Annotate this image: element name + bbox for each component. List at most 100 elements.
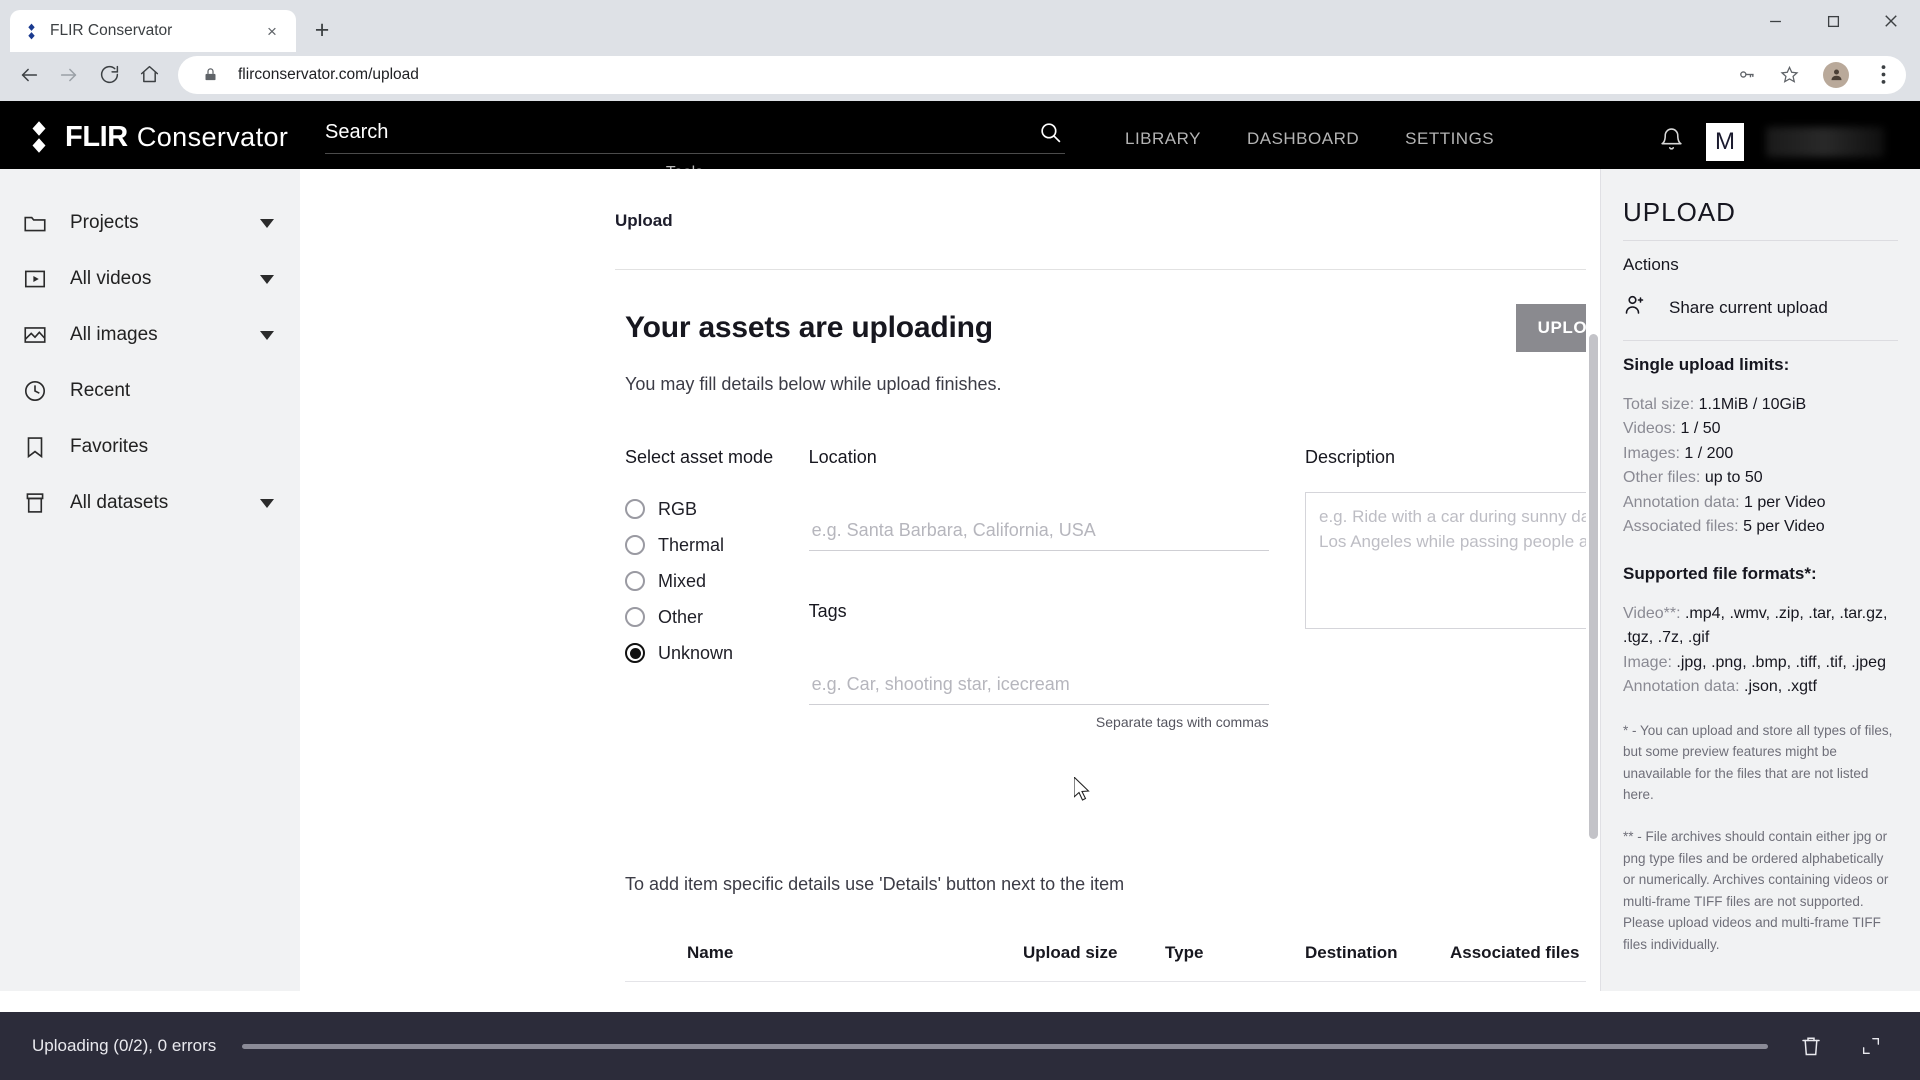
- scrollbar-thumb[interactable]: [1589, 334, 1598, 839]
- chevron-down-icon[interactable]: [260, 330, 274, 340]
- bookmark-icon: [22, 434, 48, 460]
- radio-unknown-icon[interactable]: [625, 643, 645, 663]
- sidebar-item-all-videos[interactable]: All videos: [0, 251, 300, 307]
- brand-logo[interactable]: FLIR Conservator: [0, 101, 300, 154]
- table-header-type: Type: [1165, 943, 1305, 982]
- sidebar-item-favorites[interactable]: Favorites: [0, 419, 300, 475]
- chevron-down-icon[interactable]: [260, 218, 274, 228]
- table-header-name: Name: [687, 943, 1023, 982]
- limit-value-images: 1 / 200: [1684, 444, 1734, 462]
- nav-link-settings[interactable]: SETTINGS: [1405, 129, 1494, 149]
- asset-table: Name Upload size Type Destination Associ…: [625, 943, 1600, 991]
- footnote-two: ** - File archives should contain either…: [1623, 829, 1889, 953]
- description-column: Description: [1305, 447, 1600, 730]
- flir-diamond-icon: [32, 121, 46, 153]
- home-button-icon[interactable]: [130, 56, 168, 94]
- radio-option-mixed[interactable]: Mixed: [625, 563, 809, 599]
- share-user-icon: [1623, 293, 1647, 322]
- username-redacted: [1766, 127, 1884, 157]
- cell-destination: Uncategorized videos: [1305, 982, 1450, 992]
- browser-omnibar: flirconservator.com/upload: [0, 52, 1920, 101]
- limit-value-total-size: 1.1MiB / 10GiB: [1698, 396, 1807, 413]
- asset-mode-column: Select asset mode RGB Thermal Mixed Othe…: [625, 447, 809, 730]
- limit-row-videos: Videos: 1 / 50: [1623, 417, 1898, 441]
- bookmark-star-icon[interactable]: [1774, 60, 1804, 90]
- limit-label-images: Images:: [1623, 444, 1680, 462]
- sidebar-label-projects: Projects: [70, 212, 139, 233]
- window-maximize-button[interactable]: [1804, 0, 1862, 42]
- table-row[interactable]: 0% Refinery.JPG 42.8 KB image/jpeg Uncat…: [625, 982, 1600, 992]
- nav-link-dashboard[interactable]: DASHBOARD: [1247, 129, 1359, 149]
- user-avatar[interactable]: M: [1706, 123, 1744, 161]
- url-bar[interactable]: flirconservator.com/upload: [178, 55, 1906, 94]
- radio-mixed-icon[interactable]: [625, 571, 645, 591]
- expand-panel-icon[interactable]: [1854, 1029, 1888, 1063]
- radio-option-other[interactable]: Other: [625, 599, 809, 635]
- back-button-icon[interactable]: [10, 56, 48, 94]
- tags-hint: Separate tags with commas: [1095, 714, 1269, 730]
- notification-bell-icon[interactable]: [1659, 127, 1684, 157]
- password-key-icon[interactable]: [1731, 60, 1761, 90]
- search-input[interactable]: [325, 120, 1035, 144]
- search-icon[interactable]: [1035, 117, 1065, 147]
- share-current-upload-action[interactable]: Share current upload: [1623, 293, 1898, 322]
- tags-input[interactable]: [808, 668, 1269, 705]
- upload-details-form: Select asset mode RGB Thermal Mixed Othe…: [625, 447, 1600, 730]
- sidebar-label-all-videos: All videos: [70, 268, 152, 289]
- radio-thermal-icon[interactable]: [625, 535, 645, 555]
- location-label: Location: [808, 447, 877, 467]
- tab-close-icon[interactable]: ×: [260, 19, 284, 43]
- app-body: Projects All videos All images Recent Fa…: [0, 169, 1920, 991]
- header-nav: LIBRARY DASHBOARD SETTINGS: [1125, 101, 1494, 149]
- details-note: To add item specific details use 'Detail…: [625, 874, 1125, 894]
- radio-other-icon[interactable]: [625, 607, 645, 627]
- format-row-video: Video**: .mp4, .wmv, .zip, .tar, .tar.gz…: [1623, 602, 1898, 651]
- sidebar-label-all-datasets: All datasets: [70, 492, 169, 513]
- browser-tab-title: FLIR Conservator: [50, 22, 173, 39]
- table-header-associated: Associated files: [1450, 943, 1600, 982]
- limit-label-annotation-data: Annotation data:: [1623, 493, 1740, 511]
- chevron-down-icon[interactable]: [260, 274, 274, 284]
- header-right-cluster: M: [1659, 101, 1920, 161]
- radio-option-rgb[interactable]: RGB: [625, 491, 809, 527]
- brand-flir-text: FLIR: [65, 120, 128, 153]
- window-close-button[interactable]: [1862, 0, 1920, 42]
- content-scrollbar[interactable]: [1586, 169, 1600, 991]
- app-header: FLIR Conservator Tools LIBRARY DASHBOARD…: [0, 101, 1920, 181]
- chrome-menu-icon[interactable]: [1868, 60, 1898, 90]
- radio-label-other: Other: [658, 606, 704, 627]
- asset-mode-radio-group: RGB Thermal Mixed Other Unknown: [625, 491, 809, 671]
- actions-label: Actions: [1623, 255, 1679, 274]
- table-header-destination: Destination: [1305, 943, 1450, 982]
- reload-button-icon[interactable]: [90, 56, 128, 94]
- nav-link-library[interactable]: LIBRARY: [1125, 129, 1201, 149]
- limit-value-videos: 1 / 50: [1680, 420, 1721, 438]
- format-label-annotation: Annotation data:: [1623, 678, 1740, 696]
- window-minimize-button[interactable]: [1746, 0, 1804, 42]
- formats-list: Video**: .mp4, .wmv, .zip, .tar, .tar.gz…: [1623, 602, 1898, 700]
- format-value-image: .jpg, .png, .bmp, .tiff, .tif, .jpeg: [1676, 653, 1886, 671]
- new-tab-button[interactable]: +: [302, 10, 342, 50]
- sidebar-item-all-images[interactable]: All images: [0, 307, 300, 363]
- window-controls: [1746, 0, 1920, 52]
- radio-label-thermal: Thermal: [658, 534, 725, 555]
- chevron-down-icon[interactable]: [260, 498, 274, 508]
- cell-type: image/jpeg: [1165, 982, 1305, 992]
- sidebar-item-recent[interactable]: Recent: [0, 363, 300, 419]
- url-text: flirconservator.com/upload: [238, 65, 419, 83]
- radio-rgb-icon[interactable]: [625, 499, 645, 519]
- tags-label: Tags: [808, 601, 847, 621]
- format-value-annotation: .json, .xgtf: [1744, 678, 1817, 696]
- description-textarea[interactable]: [1305, 492, 1600, 629]
- browser-tab[interactable]: FLIR Conservator ×: [10, 10, 296, 52]
- forward-button-icon[interactable]: [50, 56, 88, 94]
- radio-option-thermal[interactable]: Thermal: [625, 527, 809, 563]
- limit-value-annotation-data: 1 per Video: [1744, 493, 1826, 511]
- sidebar-item-all-datasets[interactable]: All datasets: [0, 475, 300, 531]
- sidebar-item-projects[interactable]: Projects: [0, 195, 300, 251]
- location-input[interactable]: [808, 514, 1269, 551]
- chrome-profile-avatar[interactable]: [1823, 61, 1849, 88]
- delete-upload-icon[interactable]: [1794, 1029, 1828, 1063]
- limits-heading: Single upload limits:: [1623, 355, 1790, 374]
- radio-option-unknown[interactable]: Unknown: [625, 635, 809, 671]
